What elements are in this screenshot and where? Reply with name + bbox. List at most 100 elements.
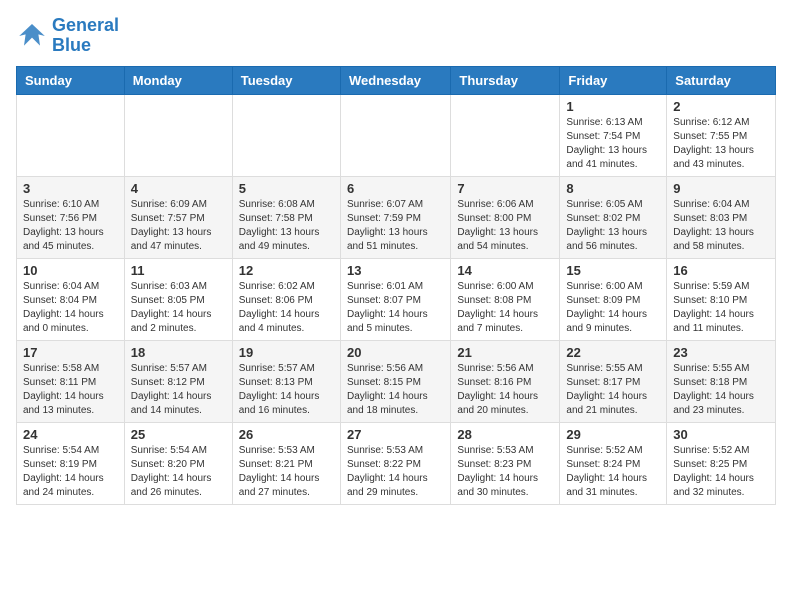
day-number: 7: [457, 181, 553, 196]
calendar-week-2: 3Sunrise: 6:10 AM Sunset: 7:56 PM Daylig…: [17, 176, 776, 258]
day-info: Sunrise: 6:07 AM Sunset: 7:59 PM Dayligh…: [347, 198, 444, 254]
day-info: Sunrise: 6:05 AM Sunset: 8:02 PM Dayligh…: [566, 198, 660, 254]
day-header-wednesday: Wednesday: [340, 66, 450, 94]
day-info: Sunrise: 5:56 AM Sunset: 8:16 PM Dayligh…: [457, 362, 553, 418]
day-number: 5: [239, 181, 334, 196]
day-info: Sunrise: 5:54 AM Sunset: 8:20 PM Dayligh…: [131, 444, 226, 500]
logo-icon: [16, 20, 48, 52]
logo-text: General Blue: [52, 16, 119, 56]
day-number: 29: [566, 427, 660, 442]
calendar-cell: [232, 94, 340, 176]
day-number: 17: [23, 345, 118, 360]
day-number: 3: [23, 181, 118, 196]
calendar-cell: 26Sunrise: 5:53 AM Sunset: 8:21 PM Dayli…: [232, 422, 340, 504]
day-info: Sunrise: 6:13 AM Sunset: 7:54 PM Dayligh…: [566, 116, 660, 172]
day-info: Sunrise: 6:08 AM Sunset: 7:58 PM Dayligh…: [239, 198, 334, 254]
day-number: 4: [131, 181, 226, 196]
day-info: Sunrise: 5:57 AM Sunset: 8:12 PM Dayligh…: [131, 362, 226, 418]
calendar-cell: [17, 94, 125, 176]
day-info: Sunrise: 5:54 AM Sunset: 8:19 PM Dayligh…: [23, 444, 118, 500]
calendar-cell: 11 Sunrise: 6:03 AM Sunset: 8:05 PM Dayli…: [124, 258, 232, 340]
calendar-cell: 19 Sunrise: 5:57 AM Sunset: 8:13 PM Dayli…: [232, 340, 340, 422]
calendar-cell: 7Sunrise: 6:06 AM Sunset: 8:00 PM Daylig…: [451, 176, 560, 258]
calendar-cell: 27Sunrise: 5:53 AM Sunset: 8:22 PM Dayli…: [340, 422, 450, 504]
day-number: 30: [673, 427, 769, 442]
day-info: Sunrise: 5:59 AM Sunset: 8:10 PM Dayligh…: [673, 280, 769, 336]
calendar-cell: [124, 94, 232, 176]
day-header-sunday: Sunday: [17, 66, 125, 94]
day-number: 25: [131, 427, 226, 442]
day-number: 13: [347, 263, 444, 278]
day-header-tuesday: Tuesday: [232, 66, 340, 94]
calendar-week-4: 17 Sunrise: 5:58 AM Sunset: 8:11 PM Dayli…: [17, 340, 776, 422]
day-number: 22: [566, 345, 660, 360]
calendar-cell: 8 Sunrise: 6:05 AM Sunset: 8:02 PM Daylig…: [560, 176, 667, 258]
day-info: Sunrise: 6:09 AM Sunset: 7:57 PM Dayligh…: [131, 198, 226, 254]
logo: General Blue: [16, 16, 119, 56]
calendar-cell: 10 Sunrise: 6:04 AM Sunset: 8:04 PM Dayli…: [17, 258, 125, 340]
calendar-cell: 9 Sunrise: 6:04 AM Sunset: 8:03 PM Daylig…: [667, 176, 776, 258]
header: General Blue: [16, 16, 776, 56]
day-number: 9: [673, 181, 769, 196]
day-header-monday: Monday: [124, 66, 232, 94]
day-info: Sunrise: 6:01 AM Sunset: 8:07 PM Dayligh…: [347, 280, 444, 336]
calendar-cell: 28Sunrise: 5:53 AM Sunset: 8:23 PM Dayli…: [451, 422, 560, 504]
calendar-cell: 13 Sunrise: 6:01 AM Sunset: 8:07 PM Dayli…: [340, 258, 450, 340]
day-info: Sunrise: 6:04 AM Sunset: 8:03 PM Dayligh…: [673, 198, 769, 254]
calendar-cell: 17 Sunrise: 5:58 AM Sunset: 8:11 PM Dayli…: [17, 340, 125, 422]
day-header-friday: Friday: [560, 66, 667, 94]
calendar-cell: 3Sunrise: 6:10 AM Sunset: 7:56 PM Daylig…: [17, 176, 125, 258]
day-number: 1: [566, 99, 660, 114]
day-info: Sunrise: 6:02 AM Sunset: 8:06 PM Dayligh…: [239, 280, 334, 336]
calendar-cell: 12 Sunrise: 6:02 AM Sunset: 8:06 PM Dayli…: [232, 258, 340, 340]
calendar-cell: 2Sunrise: 6:12 AM Sunset: 7:55 PM Daylig…: [667, 94, 776, 176]
day-number: 24: [23, 427, 118, 442]
calendar-cell: 22 Sunrise: 5:55 AM Sunset: 8:17 PM Dayli…: [560, 340, 667, 422]
calendar: SundayMondayTuesdayWednesdayThursdayFrid…: [16, 66, 776, 505]
day-info: Sunrise: 6:03 AM Sunset: 8:05 PM Dayligh…: [131, 280, 226, 336]
day-number: 21: [457, 345, 553, 360]
calendar-cell: 14 Sunrise: 6:00 AM Sunset: 8:08 PM Dayli…: [451, 258, 560, 340]
calendar-cell: 16 Sunrise: 5:59 AM Sunset: 8:10 PM Dayli…: [667, 258, 776, 340]
calendar-cell: 15 Sunrise: 6:00 AM Sunset: 8:09 PM Dayli…: [560, 258, 667, 340]
calendar-week-1: 1 Sunrise: 6:13 AM Sunset: 7:54 PM Daylig…: [17, 94, 776, 176]
day-number: 16: [673, 263, 769, 278]
calendar-cell: [340, 94, 450, 176]
calendar-cell: 23 Sunrise: 5:55 AM Sunset: 8:18 PM Dayli…: [667, 340, 776, 422]
day-number: 15: [566, 263, 660, 278]
calendar-cell: 24 Sunrise: 5:54 AM Sunset: 8:19 PM Dayli…: [17, 422, 125, 504]
day-number: 14: [457, 263, 553, 278]
calendar-cell: 1 Sunrise: 6:13 AM Sunset: 7:54 PM Daylig…: [560, 94, 667, 176]
calendar-cell: 6 Sunrise: 6:07 AM Sunset: 7:59 PM Daylig…: [340, 176, 450, 258]
day-number: 10: [23, 263, 118, 278]
day-info: Sunrise: 5:56 AM Sunset: 8:15 PM Dayligh…: [347, 362, 444, 418]
day-number: 8: [566, 181, 660, 196]
calendar-cell: 21 Sunrise: 5:56 AM Sunset: 8:16 PM Dayli…: [451, 340, 560, 422]
day-info: Sunrise: 5:52 AM Sunset: 8:24 PM Dayligh…: [566, 444, 660, 500]
calendar-cell: 30Sunrise: 5:52 AM Sunset: 8:25 PM Dayli…: [667, 422, 776, 504]
day-header-saturday: Saturday: [667, 66, 776, 94]
day-info: Sunrise: 6:00 AM Sunset: 8:09 PM Dayligh…: [566, 280, 660, 336]
day-info: Sunrise: 6:00 AM Sunset: 8:08 PM Dayligh…: [457, 280, 553, 336]
day-number: 6: [347, 181, 444, 196]
day-header-thursday: Thursday: [451, 66, 560, 94]
day-number: 11: [131, 263, 226, 278]
day-number: 2: [673, 99, 769, 114]
calendar-header-row: SundayMondayTuesdayWednesdayThursdayFrid…: [17, 66, 776, 94]
day-number: 23: [673, 345, 769, 360]
calendar-cell: 29 Sunrise: 5:52 AM Sunset: 8:24 PM Dayli…: [560, 422, 667, 504]
day-info: Sunrise: 5:58 AM Sunset: 8:11 PM Dayligh…: [23, 362, 118, 418]
day-info: Sunrise: 6:04 AM Sunset: 8:04 PM Dayligh…: [23, 280, 118, 336]
calendar-cell: 5 Sunrise: 6:08 AM Sunset: 7:58 PM Daylig…: [232, 176, 340, 258]
day-number: 28: [457, 427, 553, 442]
day-number: 18: [131, 345, 226, 360]
day-info: Sunrise: 5:55 AM Sunset: 8:17 PM Dayligh…: [566, 362, 660, 418]
day-info: Sunrise: 5:53 AM Sunset: 8:22 PM Dayligh…: [347, 444, 444, 500]
day-info: Sunrise: 5:55 AM Sunset: 8:18 PM Dayligh…: [673, 362, 769, 418]
calendar-cell: 18 Sunrise: 5:57 AM Sunset: 8:12 PM Dayli…: [124, 340, 232, 422]
day-number: 12: [239, 263, 334, 278]
day-info: Sunrise: 5:57 AM Sunset: 8:13 PM Dayligh…: [239, 362, 334, 418]
day-number: 19: [239, 345, 334, 360]
calendar-cell: [451, 94, 560, 176]
calendar-week-3: 10 Sunrise: 6:04 AM Sunset: 8:04 PM Dayli…: [17, 258, 776, 340]
